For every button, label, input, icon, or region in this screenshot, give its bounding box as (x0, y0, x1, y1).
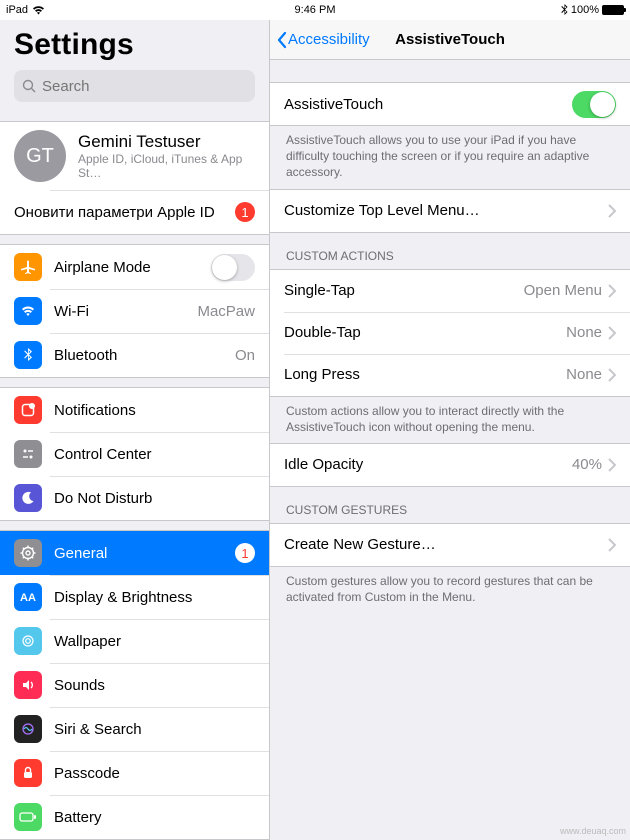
moon-icon (14, 484, 42, 512)
control-center-row[interactable]: Control Center (0, 432, 269, 476)
page-title: Settings (14, 28, 255, 62)
account-sub: Apple ID, iCloud, iTunes & App St… (78, 152, 255, 180)
clock: 9:46 PM (295, 4, 336, 16)
idle-opacity-row[interactable]: Idle Opacity 40% (270, 444, 630, 486)
custom-actions-footer: Custom actions allow you to interact dir… (270, 397, 630, 443)
apple-id-update-row[interactable]: Оновити параметри Apple ID 1 (0, 190, 269, 234)
custom-gestures-footer: Custom gestures allow you to record gest… (270, 567, 630, 613)
custom-gestures-header: CUSTOM GESTURES (270, 487, 630, 523)
wifi-icon (14, 297, 42, 325)
wallpaper-row[interactable]: Wallpaper (0, 619, 269, 663)
status-bar: iPad 9:46 PM 100% (0, 0, 630, 20)
display-icon: AA (14, 583, 42, 611)
display-row[interactable]: AA Display & Brightness (0, 575, 269, 619)
watermark: www.deuaq.com (560, 826, 626, 836)
settings-sidebar: Settings GT Gemini Testuser Apple ID, iC… (0, 20, 270, 840)
chevron-right-icon (608, 284, 616, 298)
battery-row[interactable]: Battery (0, 795, 269, 839)
siri-icon (14, 715, 42, 743)
bluetooth-icon (561, 4, 568, 16)
siri-row[interactable]: Siri & Search (0, 707, 269, 751)
detail-pane: Accessibility AssistiveTouch AssistiveTo… (270, 20, 630, 840)
back-button[interactable]: Accessibility (276, 31, 370, 49)
search-input[interactable] (42, 78, 247, 95)
notifications-icon (14, 396, 42, 424)
navbar: Accessibility AssistiveTouch (270, 20, 630, 60)
chevron-right-icon (608, 326, 616, 340)
passcode-row[interactable]: Passcode (0, 751, 269, 795)
badge: 1 (235, 202, 255, 222)
battery-pct: 100% (571, 4, 599, 16)
chevron-left-icon (276, 31, 288, 49)
chevron-right-icon (608, 368, 616, 382)
control-center-icon (14, 440, 42, 468)
assistivetouch-toggle-row[interactable]: AssistiveTouch (270, 83, 630, 125)
wifi-row[interactable]: Wi-Fi MacPaw (0, 289, 269, 333)
airplane-mode-row[interactable]: Airplane Mode (0, 245, 269, 289)
device-label: iPad (6, 4, 28, 16)
customize-menu-row[interactable]: Customize Top Level Menu… (270, 190, 630, 232)
badge: 1 (235, 543, 255, 563)
search-icon (22, 79, 36, 93)
assistivetouch-toggle[interactable] (572, 91, 616, 118)
assistivetouch-desc: AssistiveTouch allows you to use your iP… (270, 126, 630, 189)
search-field[interactable] (14, 70, 255, 102)
custom-actions-header: CUSTOM ACTIONS (270, 233, 630, 269)
svg-text:AA: AA (20, 592, 36, 604)
wallpaper-icon (14, 627, 42, 655)
battery-icon (602, 5, 624, 15)
chevron-right-icon (608, 458, 616, 472)
notifications-row[interactable]: Notifications (0, 388, 269, 432)
apple-id-account[interactable]: GT Gemini Testuser Apple ID, iCloud, iTu… (0, 122, 269, 190)
double-tap-row[interactable]: Double-Tap None (270, 312, 630, 354)
account-name: Gemini Testuser (78, 132, 255, 152)
sounds-row[interactable]: Sounds (0, 663, 269, 707)
wifi-icon (32, 5, 45, 15)
airplane-toggle[interactable] (211, 254, 255, 281)
long-press-row[interactable]: Long Press None (270, 354, 630, 396)
general-row[interactable]: General 1 (0, 531, 269, 575)
gear-icon (14, 539, 42, 567)
chevron-right-icon (608, 204, 616, 218)
bluetooth-row[interactable]: Bluetooth On (0, 333, 269, 377)
nav-title: AssistiveTouch (395, 31, 505, 48)
chevron-right-icon (608, 538, 616, 552)
single-tap-row[interactable]: Single-Tap Open Menu (270, 270, 630, 312)
bluetooth-icon (14, 341, 42, 369)
sounds-icon (14, 671, 42, 699)
dnd-row[interactable]: Do Not Disturb (0, 476, 269, 520)
lock-icon (14, 759, 42, 787)
create-gesture-row[interactable]: Create New Gesture… (270, 524, 630, 566)
battery-icon (14, 803, 42, 831)
airplane-icon (14, 253, 42, 281)
avatar: GT (14, 130, 66, 182)
